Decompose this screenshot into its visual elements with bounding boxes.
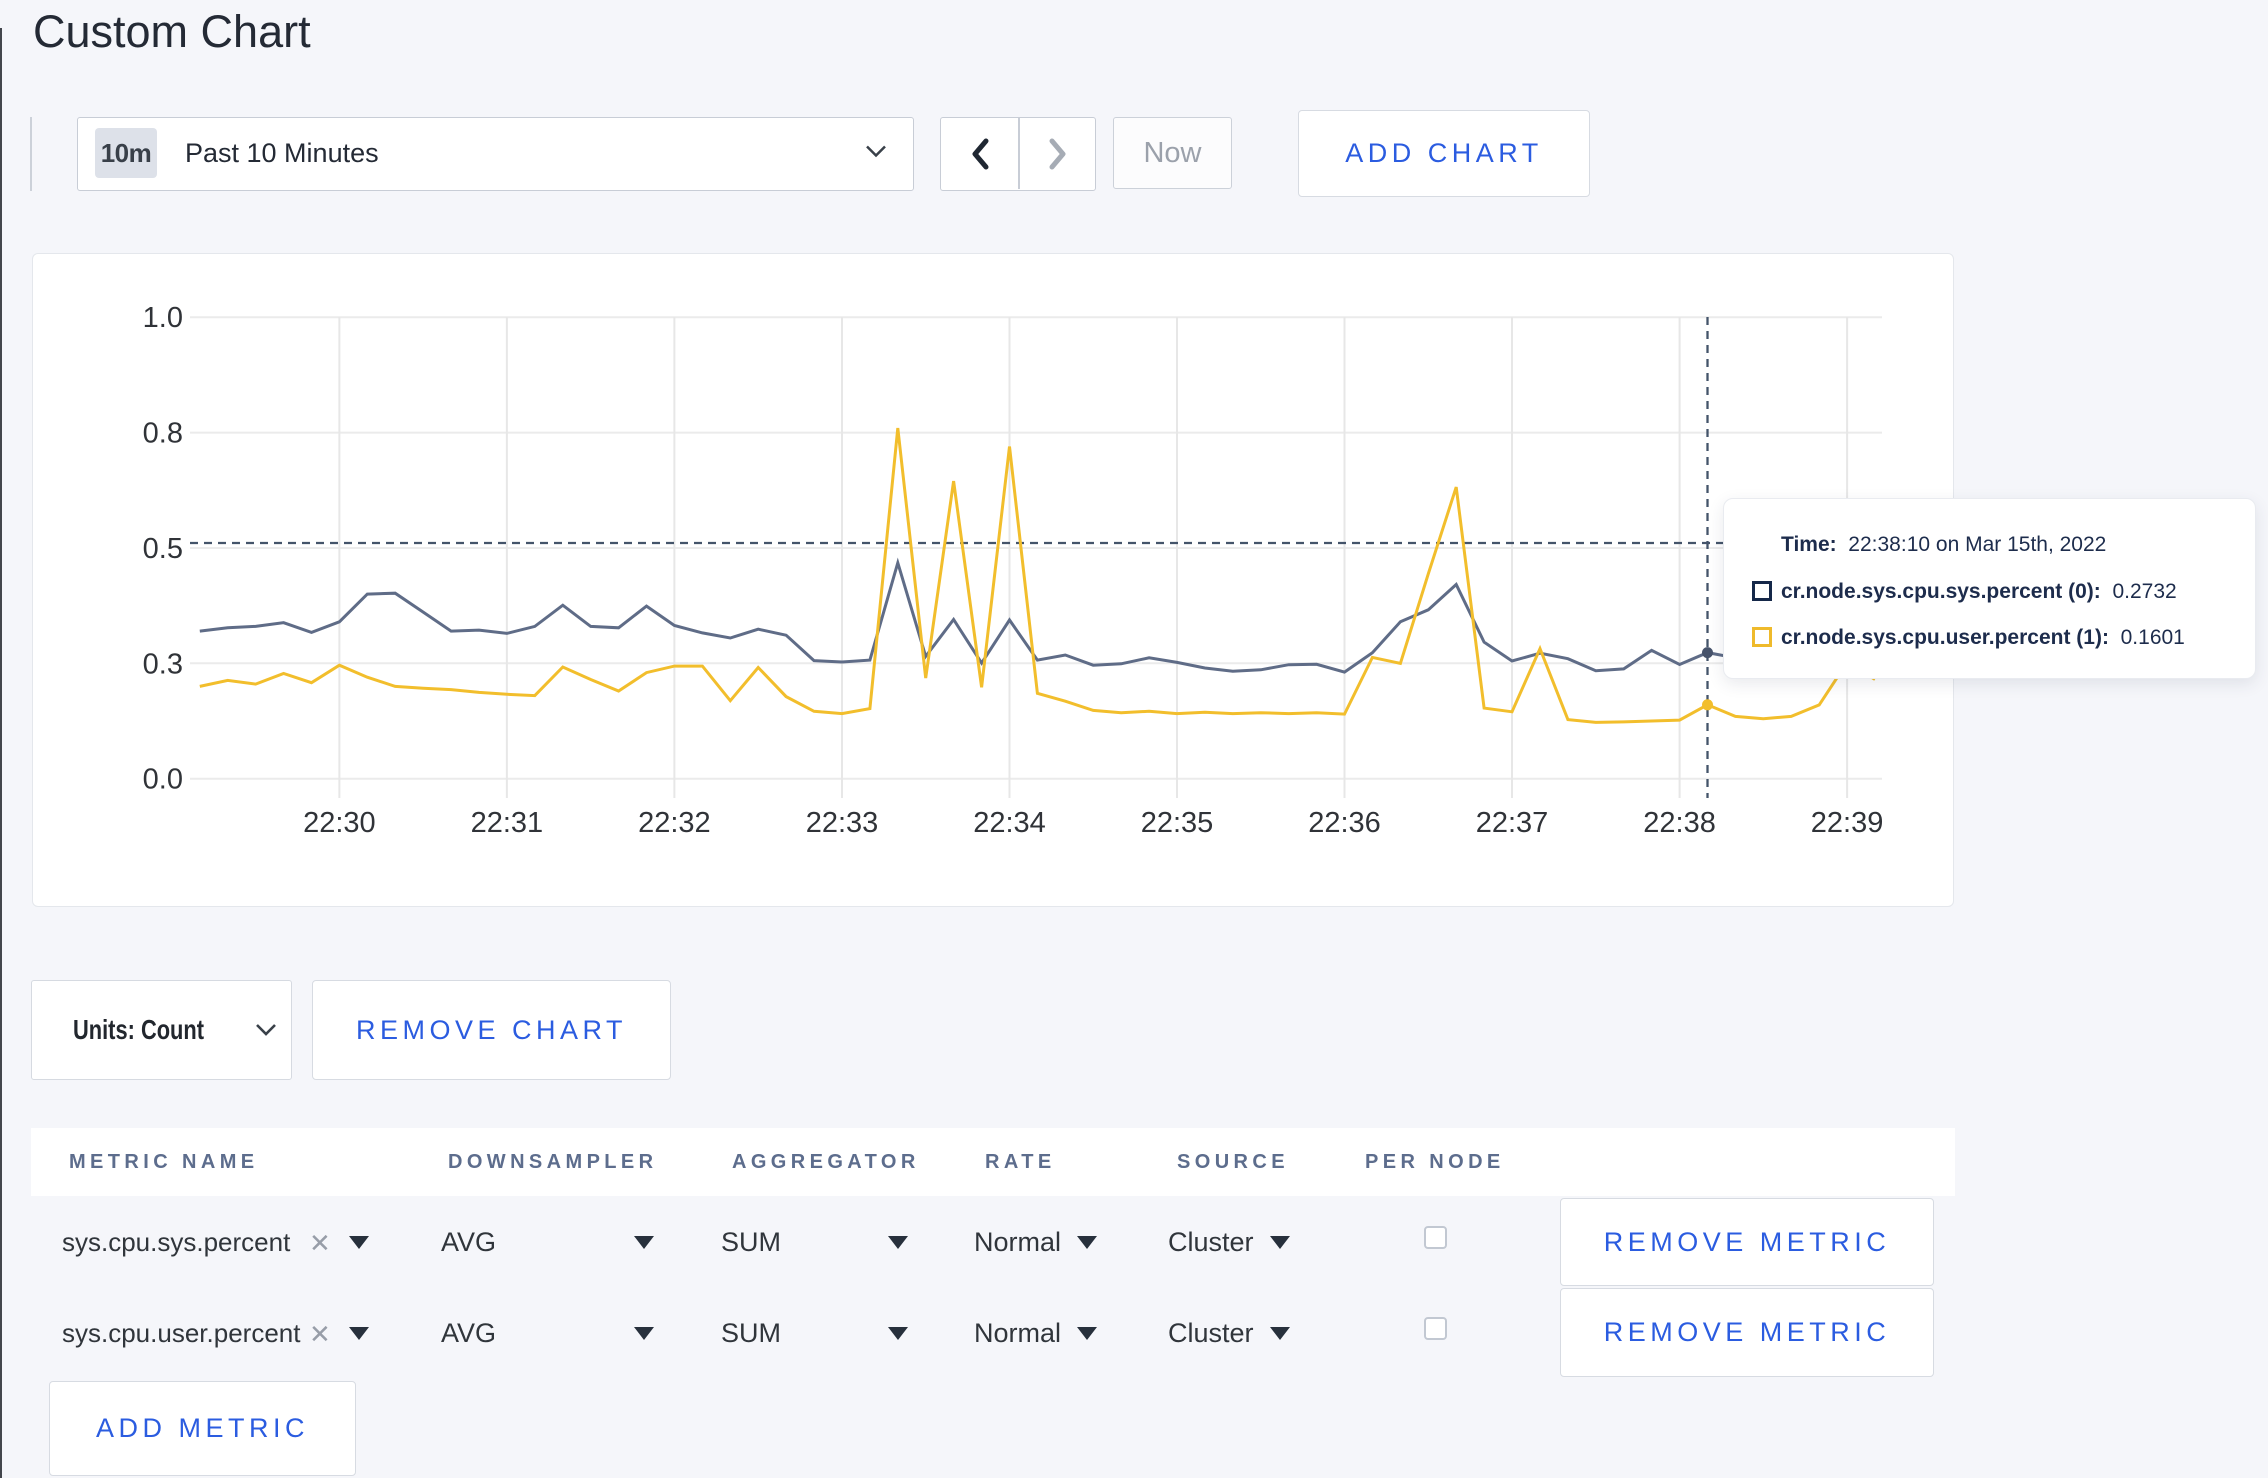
svg-text:0.8: 0.8: [143, 418, 183, 450]
svg-text:22:34: 22:34: [973, 807, 1046, 839]
svg-text:22:33: 22:33: [806, 807, 879, 839]
svg-text:0.3: 0.3: [143, 648, 183, 680]
svg-text:1.0: 1.0: [143, 302, 183, 334]
svg-text:22:31: 22:31: [471, 807, 544, 839]
svg-text:22:36: 22:36: [1308, 807, 1381, 839]
svg-text:22:38: 22:38: [1643, 807, 1716, 839]
svg-text:22:37: 22:37: [1476, 807, 1549, 839]
svg-text:22:35: 22:35: [1141, 807, 1214, 839]
svg-text:22:39: 22:39: [1811, 807, 1884, 839]
svg-text:22:30: 22:30: [303, 807, 376, 839]
svg-text:0.5: 0.5: [143, 533, 183, 565]
svg-text:0.0: 0.0: [143, 764, 183, 796]
svg-text:22:32: 22:32: [638, 807, 711, 839]
